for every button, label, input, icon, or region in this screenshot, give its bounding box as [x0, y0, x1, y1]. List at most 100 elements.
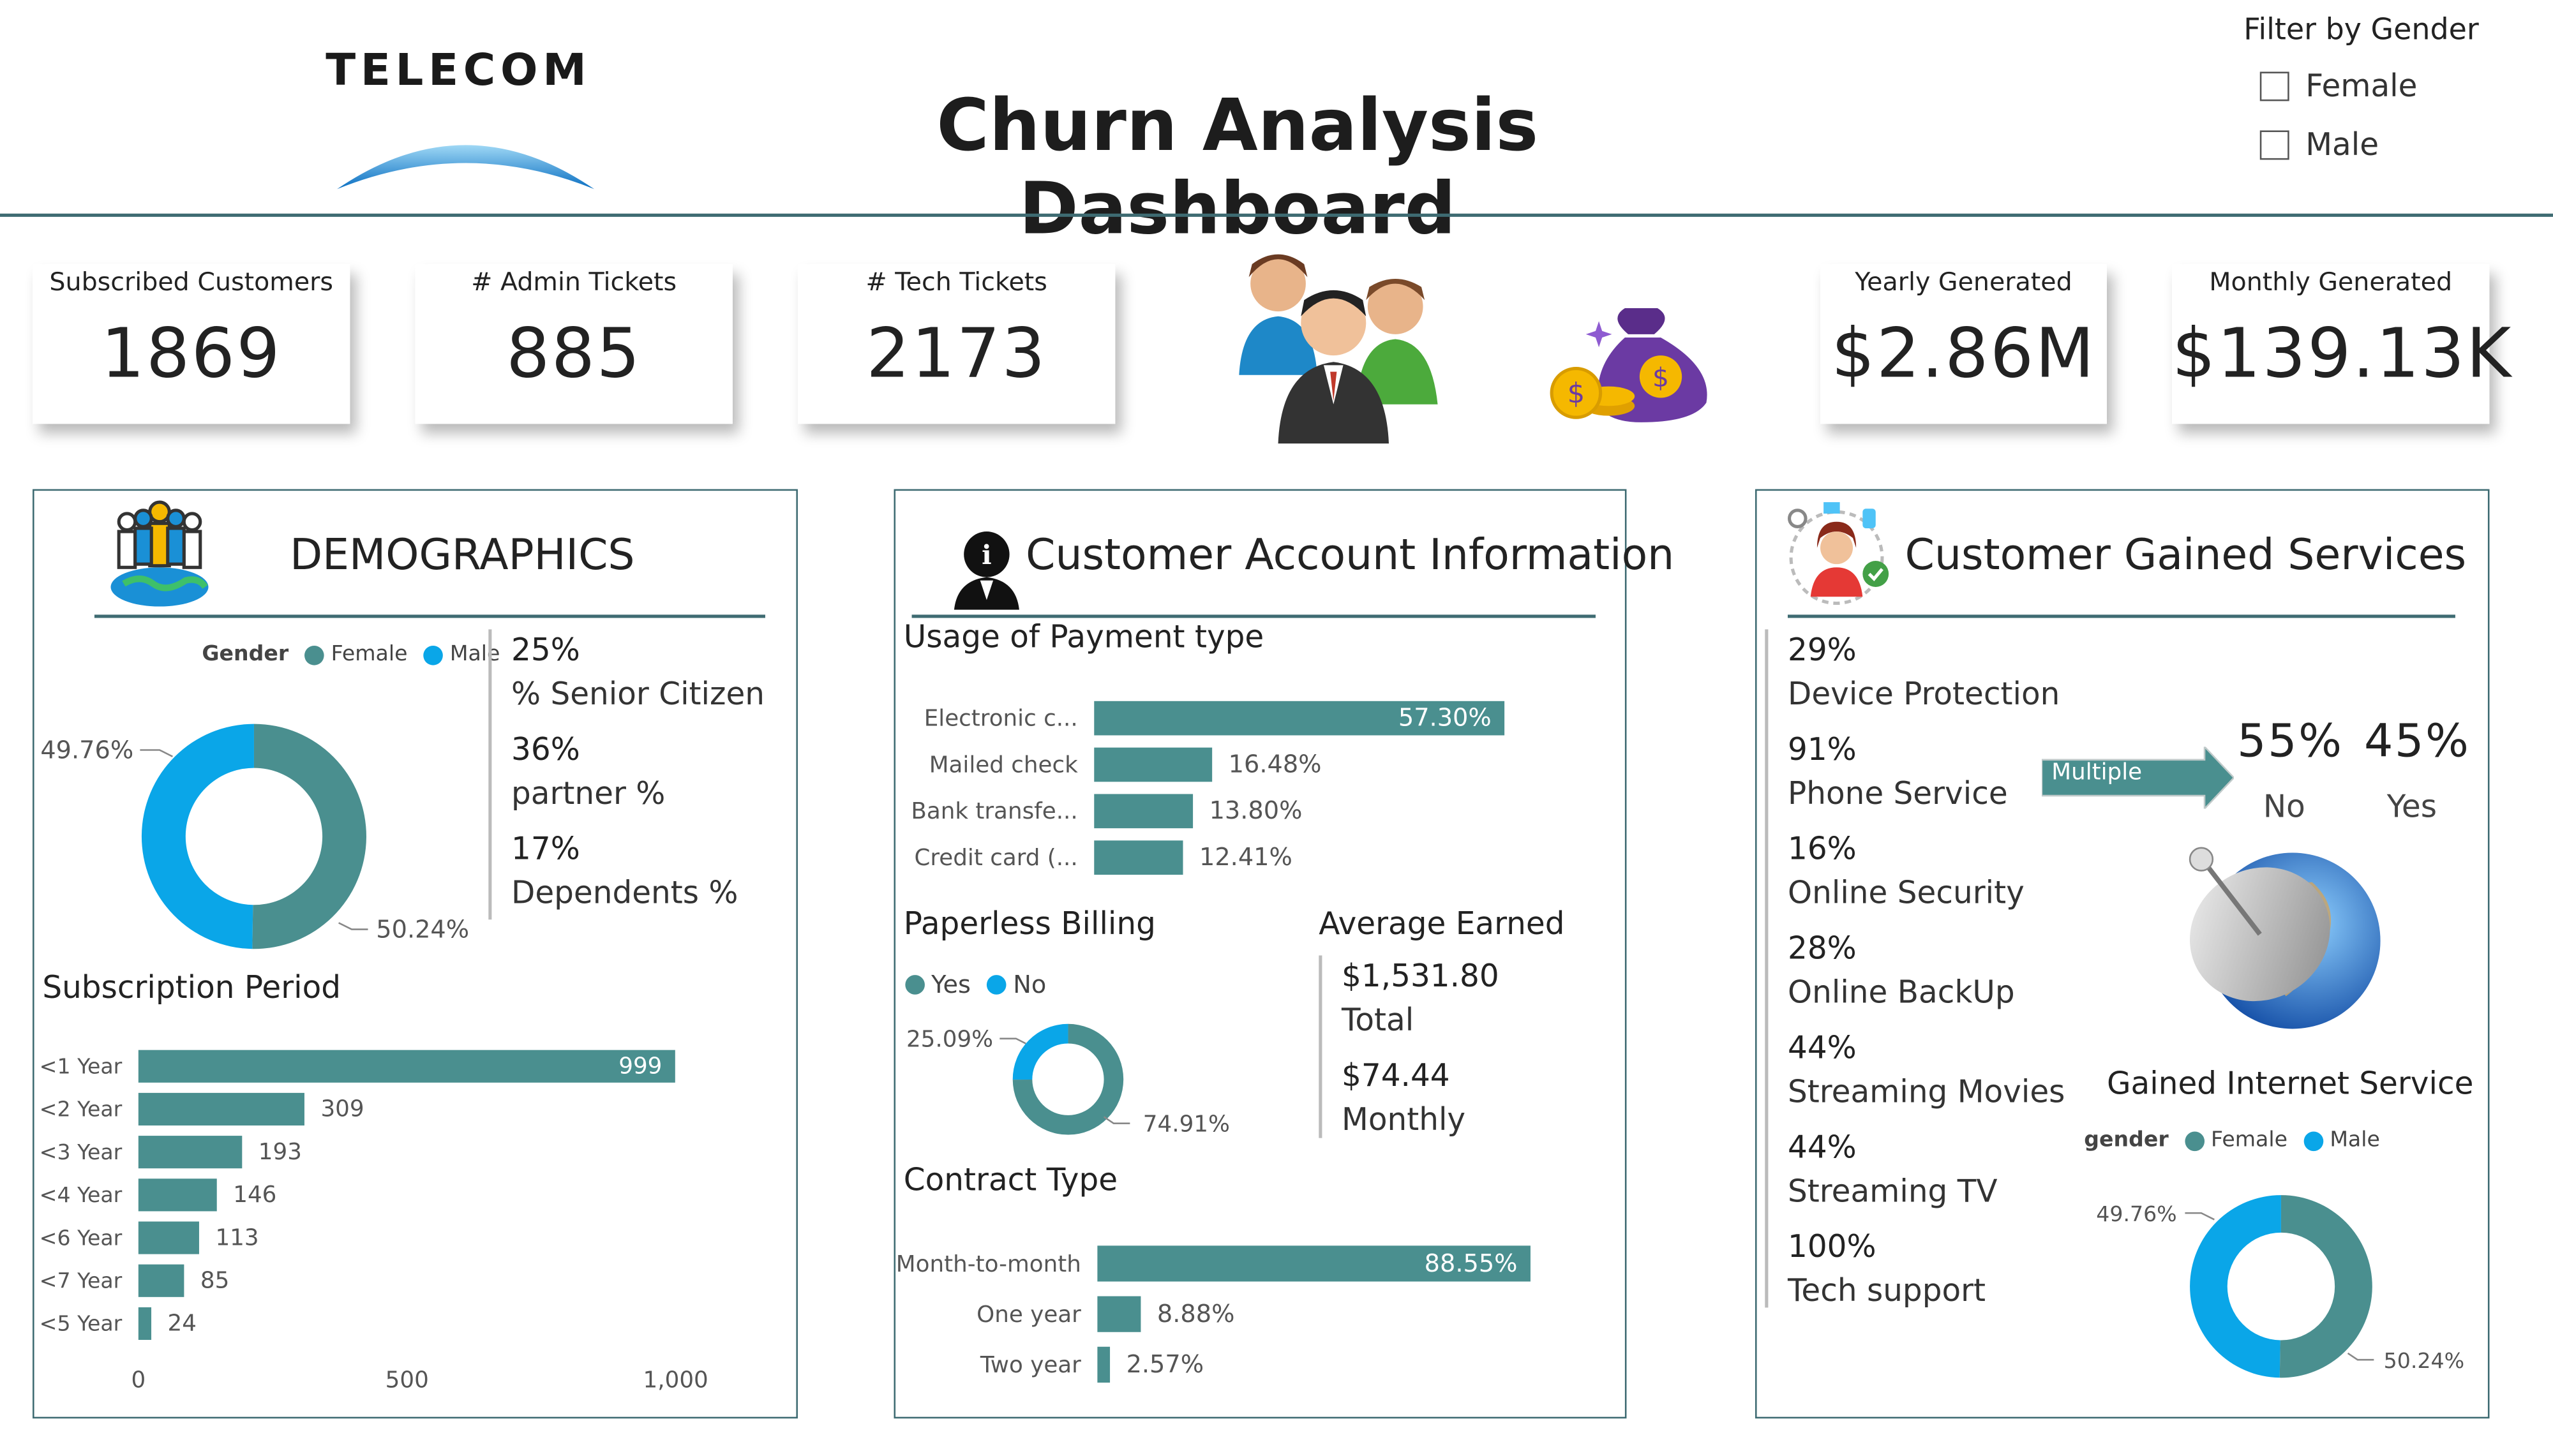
stat-label: Total	[1342, 1002, 1414, 1039]
bar	[138, 1307, 152, 1341]
kpi-label: # Tech Tickets	[865, 267, 1047, 297]
multiple-no-label: No	[2263, 789, 2305, 826]
service-item: 100% Tech support	[1788, 1226, 1986, 1314]
service-label: Phone Service	[1787, 776, 2008, 812]
contract-type-title: Contract Type	[903, 1163, 1118, 1199]
bar-data-label: 88.55%	[1425, 1249, 1518, 1278]
kpi-value: 2173	[866, 313, 1047, 393]
bar-data-label: 309	[320, 1096, 364, 1122]
legend-male-label: Male	[2330, 1128, 2380, 1153]
bar-category-label: <5 Year	[40, 1311, 123, 1336]
average-earned-title: Average Earned	[1319, 906, 1565, 943]
bar-data-label: 8.88%	[1157, 1300, 1235, 1328]
donut-leader-line	[338, 922, 368, 930]
bar-data-label: 13.80%	[1209, 796, 1303, 825]
bar	[1094, 747, 1213, 782]
bar-category-label: <7 Year	[40, 1268, 123, 1293]
bar-category-label: Two year	[980, 1352, 1081, 1378]
bar	[1094, 794, 1194, 829]
account-info-rule	[911, 614, 1596, 618]
filter-female-label: Female	[2305, 68, 2418, 105]
kpi-subscribed-customers: Subscribed Customers 1869	[33, 264, 350, 424]
payment-type-bar-chart: Electronic c... 57.30% Mailed check 16.48% B…	[911, 701, 1505, 875]
gender-filter-title: Filter by Gender	[2243, 13, 2479, 48]
donut-data-label: 50.24%	[2384, 1348, 2464, 1373]
legend-no-label: No	[1013, 970, 1047, 1000]
donut-data-label: 74.91%	[1143, 1111, 1230, 1137]
multiple-label: Multiple	[2051, 759, 2143, 786]
account-info-title: Customer Account Information	[1026, 531, 1675, 581]
bar	[138, 1092, 304, 1125]
filter-male-label: Male	[2305, 127, 2379, 163]
filter-female-option[interactable]: Female	[2259, 68, 2418, 105]
service-item: 44% Streaming Movies	[1788, 1027, 2065, 1115]
legend-male-label: Male	[449, 642, 500, 667]
bar-data-label: 113	[215, 1224, 258, 1251]
average-monthly-stat: $74.44 Monthly	[1342, 1055, 1465, 1143]
filter-male-option[interactable]: Male	[2259, 127, 2379, 163]
kpi-monthly-generated: Monthly Generated $139.13K	[2172, 264, 2513, 424]
filter-female-checkbox[interactable]	[2259, 71, 2289, 101]
internet-service-donut-chart: 50.24% 49.76%	[2096, 1195, 2464, 1378]
average-total-stat: $1,531.80 Total	[1342, 955, 1499, 1043]
telecom-logo-text: TELECOM	[326, 45, 592, 96]
bar-data-label: 24	[168, 1311, 197, 1337]
legend-yes-label: Yes	[931, 970, 971, 1000]
payment-type-title: Usage of Payment type	[903, 620, 1264, 656]
donut-leader-line	[140, 749, 173, 757]
service-value: 100%	[1787, 1229, 1876, 1265]
kpi-value: $139.13K	[2172, 313, 2513, 393]
bar-category-label: <2 Year	[40, 1097, 123, 1122]
filter-male-checkbox[interactable]	[2259, 130, 2289, 160]
service-item: 28% Online BackUp	[1788, 928, 2015, 1016]
money-bag-coins-icon: $ $	[1550, 308, 1707, 422]
bar-data-label: 16.48%	[1229, 750, 1322, 778]
svg-text:$: $	[1568, 378, 1585, 410]
stat-value: 17%	[511, 831, 580, 868]
donut-data-label: 25.09%	[906, 1027, 993, 1053]
average-earned-divider	[1319, 955, 1322, 1138]
bar-category-label: <4 Year	[40, 1182, 123, 1207]
subscription-period-bar-chart: <1 Year 999 <2 Year 309 <3 Year 193 <4 Year 146…	[40, 1050, 708, 1393]
service-item: 29% Device Protection	[1788, 629, 2060, 717]
kpi-label: # Admin Tickets	[471, 267, 677, 297]
contract-type-bar-chart: Month-to-month 88.55% One year 8.88% Two yea…	[896, 1245, 1531, 1383]
satellite-globe-icon	[2189, 847, 2381, 1029]
legend-female-dot	[2185, 1131, 2205, 1150]
stat-label: partner %	[511, 776, 666, 812]
senior-citizen-stat: 25% % Senior Citizen	[511, 629, 765, 717]
stat-value: $1,531.80	[1342, 958, 1499, 995]
donut-data-label: 49.76%	[40, 736, 133, 764]
dependents-stat: 17% Dependents %	[511, 828, 738, 916]
bar-category-label: <6 Year	[40, 1225, 123, 1250]
bar-category-label: Electronic c...	[924, 705, 1078, 731]
demographics-title: DEMOGRAPHICS	[290, 531, 635, 581]
service-label: Online BackUp	[1787, 975, 2015, 1011]
bar-category-label: Month-to-month	[896, 1251, 1081, 1277]
kpi-label: Yearly Generated	[1855, 267, 2072, 297]
legend-male-dot	[2303, 1131, 2324, 1150]
service-value: 44%	[1787, 1129, 1857, 1166]
x-tick-label: 500	[386, 1367, 429, 1393]
donut-slice	[141, 724, 254, 949]
support-agent-icon	[1787, 502, 1889, 605]
page-title: Churn Analysis Dashboard	[936, 84, 1539, 251]
kpi-tech-tickets: # Tech Tickets 2173	[797, 264, 1116, 424]
partner-stat: 36% partner %	[511, 729, 665, 817]
service-value: 29%	[1787, 632, 1857, 669]
bar	[1097, 1346, 1111, 1383]
legend-title: gender	[2084, 1128, 2169, 1153]
stat-value: 36%	[511, 732, 580, 768]
bar-data-label: 146	[233, 1182, 276, 1208]
bar-category-label: Bank transfe...	[911, 798, 1077, 824]
kpi-value: 1869	[101, 313, 282, 393]
legend-female-dot	[304, 644, 325, 665]
donut-slice	[1012, 1023, 1068, 1080]
bar-data-label: 999	[618, 1053, 662, 1079]
service-value: 44%	[1787, 1030, 1857, 1067]
info-user-icon: i	[954, 531, 1019, 610]
donut-leader-line	[999, 1037, 1026, 1044]
bar-category-label: Credit card (...	[914, 845, 1077, 871]
legend-no-dot	[987, 975, 1007, 995]
bar	[138, 1136, 243, 1169]
